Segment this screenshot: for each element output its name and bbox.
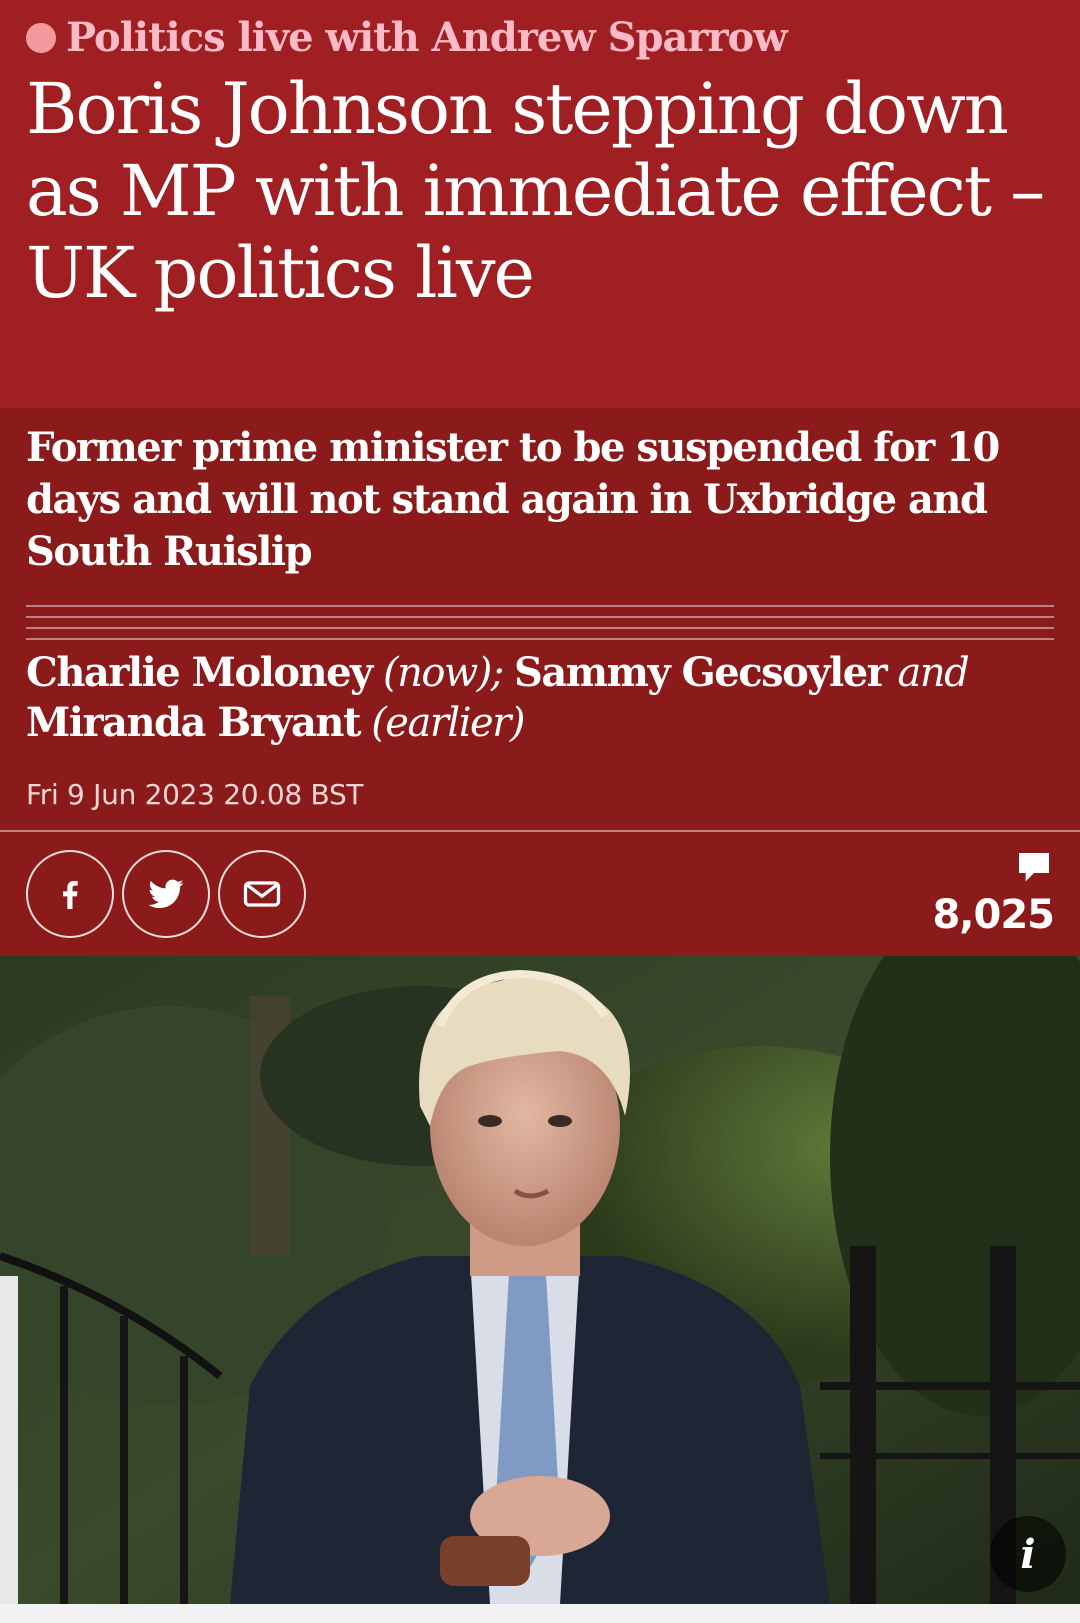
author-link[interactable]: Miranda Bryant (26, 699, 361, 746)
article-page: Politics live with Andrew Sparrow Boris … (0, 0, 1080, 1623)
author-link[interactable]: Charlie Moloney (26, 649, 373, 696)
standfirst: Former prime minister to be suspended fo… (26, 424, 1000, 575)
headline-line: Boris Johnson stepping down (26, 68, 1009, 150)
speech-bubble-icon (1019, 853, 1049, 882)
byline-conjunction: and (897, 650, 969, 696)
article-meta-block: Former prime minister to be suspended fo… (0, 408, 1080, 956)
email-icon (243, 881, 281, 907)
live-indicator-icon (26, 22, 56, 53)
publish-date: Fri 9 Jun 2023 20.08 BST (26, 778, 364, 811)
share-facebook-button[interactable] (26, 850, 114, 938)
byline: Charlie Moloney (now); Sammy Gecsoyler a… (26, 648, 1056, 748)
comment-count: 8,025 (932, 892, 1055, 938)
standfirst-divider (26, 605, 1054, 641)
author-note: (earlier) (371, 700, 525, 746)
share-email-button[interactable] (218, 850, 306, 938)
headline-line: UK politics live (26, 232, 535, 314)
meta-divider (0, 830, 1080, 832)
series-kicker-label: Politics live with Andrew Sparrow (66, 14, 788, 61)
author-note: (now); (383, 650, 504, 696)
series-kicker[interactable]: Politics live with Andrew Sparrow (26, 14, 788, 61)
facebook-icon (63, 881, 78, 909)
article-headline: Boris Johnson stepping down as MP with i… (26, 68, 1056, 314)
main-photo (0, 956, 1080, 1604)
twitter-icon (148, 879, 184, 908)
info-icon: i (1020, 1530, 1036, 1578)
article-main-image[interactable]: i (0, 956, 1080, 1604)
image-info-button[interactable]: i (990, 1516, 1066, 1592)
headline-block: Politics live with Andrew Sparrow Boris … (0, 0, 1080, 408)
comments-link[interactable]: 8,025 (932, 848, 1055, 938)
headline-line: as MP with immediate effect – (26, 150, 1045, 232)
share-buttons (26, 850, 306, 938)
author-link[interactable]: Sammy Gecsoyler (514, 649, 888, 696)
page-bottom-strip (0, 1604, 1080, 1623)
share-twitter-button[interactable] (122, 850, 210, 938)
